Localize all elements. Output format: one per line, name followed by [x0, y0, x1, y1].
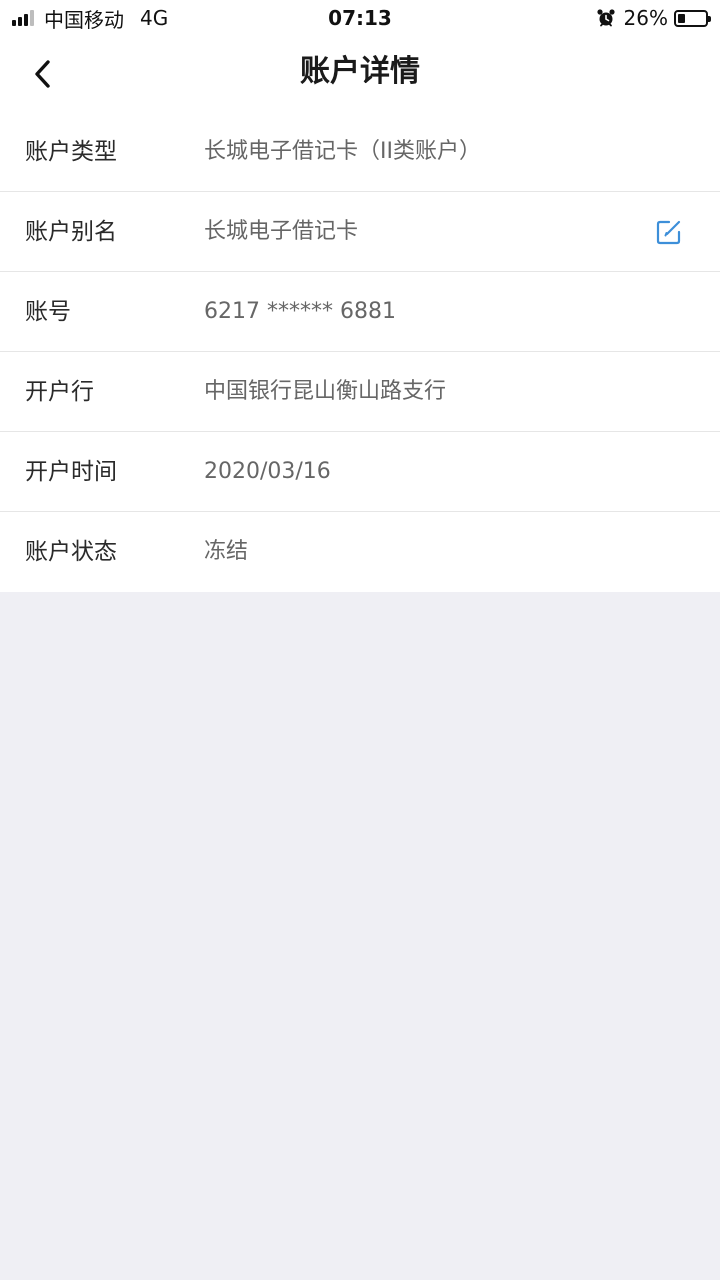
alarm-clock-icon: [596, 9, 615, 27]
status-right: 26%: [596, 6, 711, 30]
opening-bank-label: 开户行: [25, 379, 94, 405]
opening-date-label: 开户时间: [25, 459, 117, 485]
carrier-name: 中国移动: [44, 7, 124, 32]
status-bar: 中国移动 4G 07:13 26%: [0, 0, 720, 36]
page-title: 账户详情: [300, 54, 420, 89]
account-alias-label: 账户别名: [25, 219, 117, 245]
account-type-label: 账户类型: [25, 139, 117, 165]
battery-level-fill: [678, 13, 685, 23]
chevron-left-icon: [35, 60, 50, 88]
account-type-row: 账户类型 长城电子借记卡（II类账户）: [0, 112, 720, 192]
account-status-row: 账户状态 冻结: [0, 512, 720, 592]
navigation-bar: 账户详情: [0, 36, 720, 112]
account-status-label: 账户状态: [25, 539, 117, 565]
opening-bank-value: 中国银行昆山衡山路支行: [204, 379, 447, 404]
account-number-label: 账号: [25, 299, 71, 325]
opening-bank-row: 开户行 中国银行昆山衡山路支行: [0, 352, 720, 432]
account-alias-row: 账户别名 长城电子借记卡: [0, 192, 720, 272]
header-area: 中国移动 4G 07:13 26% 账户详情: [0, 0, 720, 112]
network-type: 4G: [140, 6, 169, 30]
signal-strength-icon: [12, 10, 36, 26]
account-number-row: 账号 6217 ****** 6881: [0, 272, 720, 352]
opening-date-row: 开户时间 2020/03/16: [0, 432, 720, 512]
battery-percent: 26%: [623, 6, 668, 30]
edit-alias-button[interactable]: [654, 217, 684, 247]
opening-date-value: 2020/03/16: [204, 459, 331, 484]
account-type-value: 长城电子借记卡（II类账户）: [204, 139, 481, 164]
back-button[interactable]: [20, 50, 68, 98]
status-left: 中国移动 4G: [12, 6, 169, 32]
account-detail-list: 账户类型 长城电子借记卡（II类账户） 账户别名 长城电子借记卡 账号 6217…: [0, 112, 720, 592]
account-status-value: 冻结: [204, 539, 249, 564]
account-alias-value: 长城电子借记卡: [204, 219, 359, 244]
edit-icon: [656, 220, 681, 245]
battery-icon: [674, 9, 711, 27]
account-details-screen: 中国移动 4G 07:13 26% 账户详情 账户类型 长城电子借记卡（II类账…: [0, 0, 720, 1280]
account-number-value: 6217 ****** 6881: [204, 299, 396, 324]
